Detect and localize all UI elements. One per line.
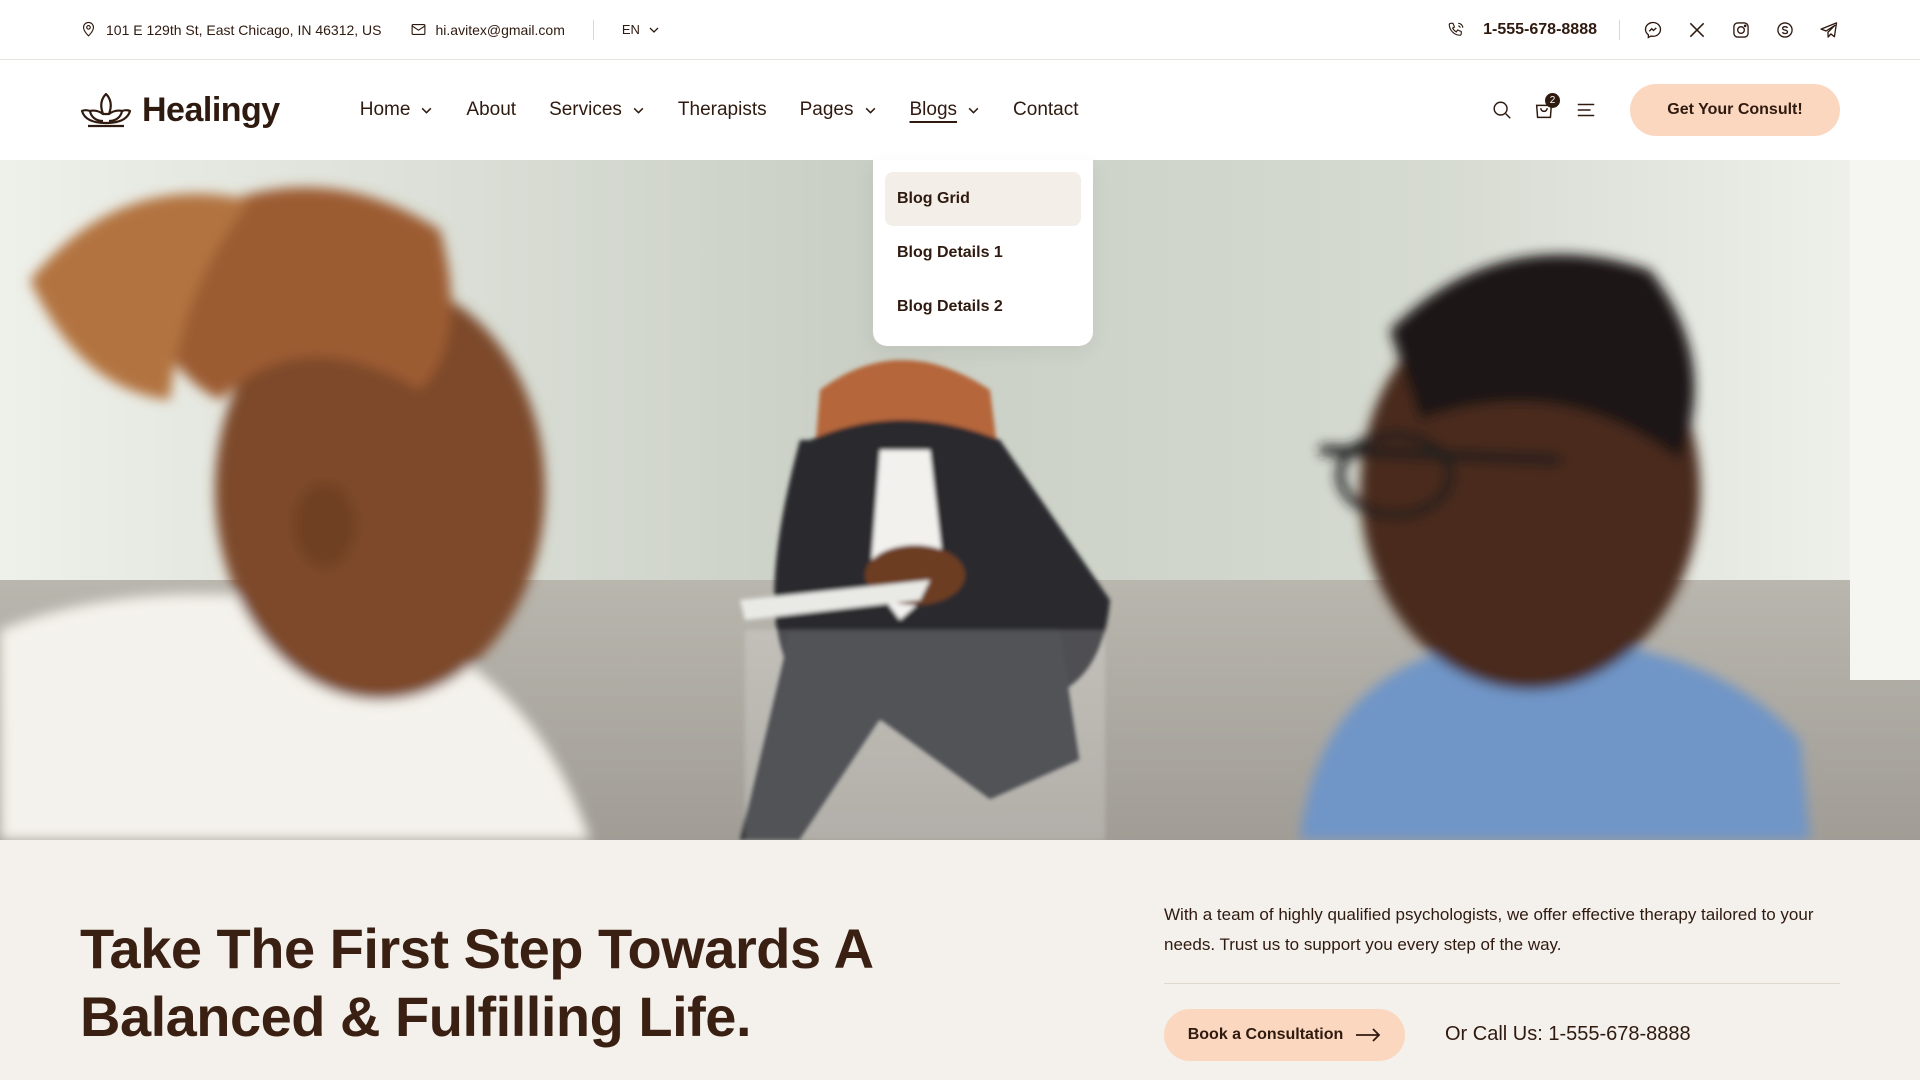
search-icon[interactable] [1490,98,1514,122]
main-nav: Home About Services Therapists Pages Blo… [360,99,1079,121]
cart-count-badge: 2 [1545,93,1560,108]
email-item[interactable]: hi.avitex@gmail.com [410,21,565,38]
nav-label: About [466,99,517,120]
instagram-icon[interactable] [1730,19,1752,41]
headline-line-2: Balanced & Fulfilling Life. [80,985,752,1048]
nav-label: Contact [1013,99,1079,120]
nav-item-blogs[interactable]: Blogs [910,99,981,121]
logo-text: Healingy [142,90,280,129]
nav-item-contact[interactable]: Contact [1013,99,1078,121]
main-header: Healingy Home About Services Therapists … [0,60,1920,160]
menu-icon[interactable] [1574,98,1598,122]
call-us-text[interactable]: Or Call Us: 1-555-678-8888 [1445,1023,1691,1046]
phone-text: 1-555-678-8888 [1483,20,1597,38]
messenger-icon[interactable] [1642,19,1664,41]
email-text[interactable]: hi.avitex@gmail.com [436,22,565,38]
chevron-down-icon [649,27,659,33]
headline-line-1: Take The First Step Towards A [80,917,874,980]
chevron-down-icon [865,107,875,114]
skype-icon[interactable] [1774,19,1796,41]
nav-label: Home [359,99,411,120]
address-item: 101 E 129th St, East Chicago, IN 46312, … [80,21,382,38]
header-actions: 2 Get Your Consult! [1490,84,1840,136]
phone-icon [1448,22,1464,36]
nav-item-services[interactable]: Services [549,99,645,121]
hero-headline: Take The First Step Towards A Balanced &… [80,915,980,1051]
lotus-logo-icon [80,92,132,128]
chevron-down-icon [968,107,979,114]
divider [1619,19,1620,40]
telegram-icon[interactable] [1818,19,1840,41]
nav-item-pages[interactable]: Pages [800,99,877,121]
hero-intro-section: Take The First Step Towards A Balanced &… [0,840,1920,1080]
nav-label: Services [549,99,622,120]
location-pin-icon [82,21,95,37]
nav-label: Pages [799,99,854,120]
nav-label: Blogs [909,99,958,120]
dropdown-item-blog-details-1[interactable]: Blog Details 1 [885,226,1081,280]
top-bar: 101 E 129th St, East Chicago, IN 46312, … [0,0,1920,60]
top-phone[interactable]: 1-555-678-8888 [1447,21,1597,39]
get-consult-button[interactable]: Get Your Consult! [1630,84,1840,136]
book-consultation-button[interactable]: Book a Consultation [1164,1009,1405,1061]
logo[interactable]: Healingy [80,90,280,130]
dropdown-item-blog-grid[interactable]: Blog Grid [885,172,1081,226]
nav-item-home[interactable]: Home [360,99,434,121]
cart-icon[interactable]: 2 [1532,93,1560,122]
section-divider [1164,983,1840,984]
x-icon[interactable] [1686,19,1708,41]
chevron-down-icon [422,107,432,114]
nav-label: Therapists [677,99,767,120]
language-selector[interactable]: EN [622,22,660,37]
address-text: 101 E 129th St, East Chicago, IN 46312, … [106,21,382,38]
mail-icon [411,23,425,36]
arrow-right-icon [1356,1028,1381,1042]
language-label: EN [621,22,640,37]
dropdown-item-blog-details-2[interactable]: Blog Details 2 [885,280,1081,334]
nav-item-about[interactable]: About [466,99,516,121]
hero-description: With a team of highly qualified psycholo… [1164,905,1814,954]
chevron-down-icon [633,107,644,114]
divider [592,19,594,40]
nav-item-therapists[interactable]: Therapists [678,99,767,121]
book-consultation-label: Book a Consultation [1187,1026,1344,1043]
social-links [1642,19,1840,41]
blogs-dropdown-menu: Blog Grid Blog Details 1 Blog Details 2 [873,160,1093,346]
